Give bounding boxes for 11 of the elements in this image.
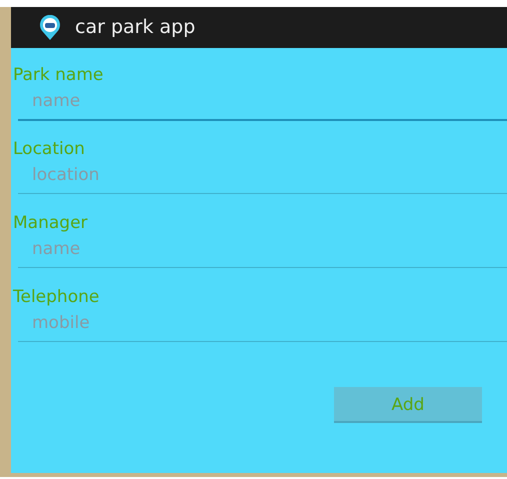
input-field[interactable]: name (18, 235, 507, 268)
field-label: Location (13, 138, 85, 160)
input-field[interactable]: mobile (18, 309, 507, 342)
input-field[interactable]: location (18, 161, 507, 194)
location-pin-icon (39, 14, 61, 40)
field-label: Park name (13, 64, 104, 86)
add-button[interactable]: Add (334, 387, 482, 423)
field-label: Manager (13, 212, 88, 234)
input-field[interactable]: name (18, 87, 507, 120)
field-label: Telephone (13, 286, 100, 308)
app-title: car park app (75, 15, 196, 40)
